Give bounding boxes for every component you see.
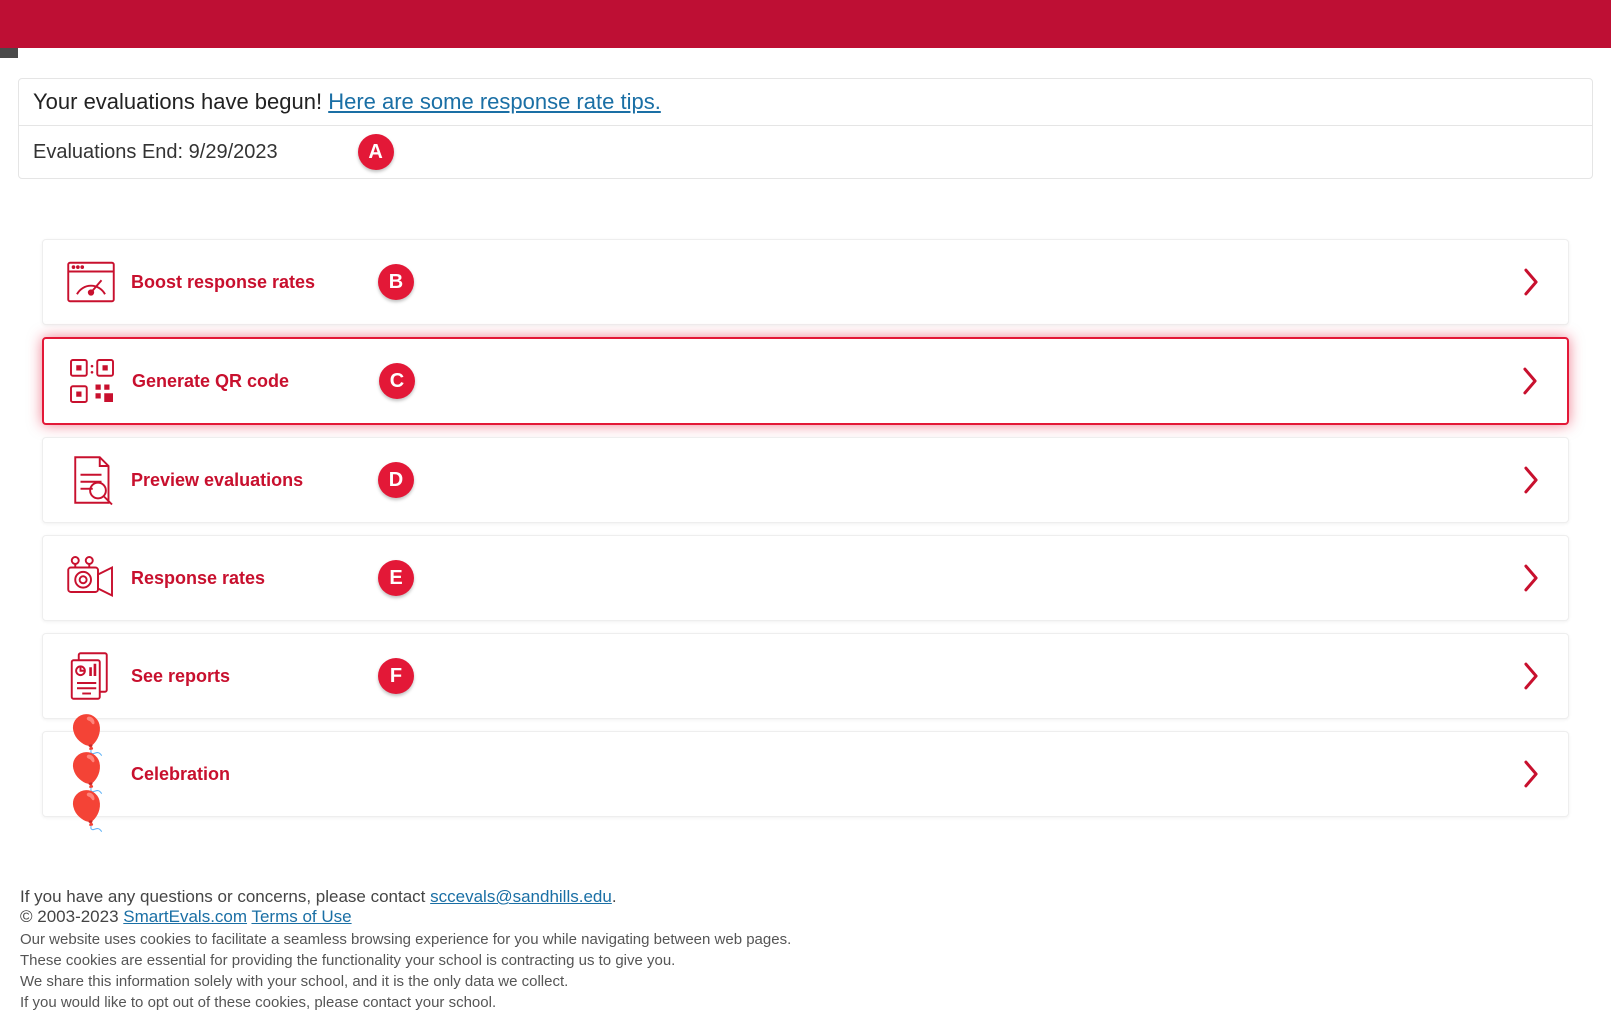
balloons-icon: 🎈🎈🎈 [63,746,119,802]
camera-icon [63,550,119,606]
notice-prefix: Your evaluations have begun! [33,89,328,114]
menu-card-response-rates[interactable]: Response rates E [42,535,1569,621]
footer-site-link[interactable]: SmartEvals.com [123,907,247,926]
evaluations-end-text: Evaluations End: 9/29/2023 [33,141,278,164]
footer: If you have any questions or concerns, p… [20,887,1591,1011]
response-rate-tips-link[interactable]: Here are some response rate tips. [328,89,661,114]
qr-icon [64,353,120,409]
footer-terms-link[interactable]: Terms of Use [251,907,351,926]
menu-card-label: Boost response rates [131,272,315,293]
footer-copyright-line: © 2003-2023 SmartEvals.com Terms of Use [20,907,1591,927]
chevron-right-icon [1520,757,1542,791]
preview-icon [63,452,119,508]
badge-d: D [378,462,414,498]
chevron-right-icon [1520,265,1542,299]
footer-contact-email-link[interactable]: sccevals@sandhills.edu [430,887,612,906]
chevron-right-icon [1519,364,1541,398]
footer-cookie-line-2: These cookies are essential for providin… [20,952,1591,969]
chevron-right-icon [1520,561,1542,595]
footer-cookie-line-4: If you would like to opt out of these co… [20,994,1591,1011]
badge-c: C [379,363,415,399]
menu-card-generate-qr-code[interactable]: Generate QR code C [42,337,1569,425]
notice-message: Your evaluations have begun! Here are so… [19,79,1592,126]
footer-cookie-line-1: Our website uses cookies to facilitate a… [20,931,1591,948]
footer-contact-line: If you have any questions or concerns, p… [20,887,1591,907]
badge-e: E [378,560,414,596]
footer-contact-suffix: . [612,887,617,906]
menu-card-label: Response rates [131,568,265,589]
notice-end-row: Evaluations End: 9/29/2023 A [19,126,1592,178]
footer-copyright-prefix: © 2003-2023 [20,907,123,926]
footer-contact-prefix: If you have any questions or concerns, p… [20,887,430,906]
gauge-icon [63,254,119,310]
menu-card-label: See reports [131,666,230,687]
badge-b: B [378,264,414,300]
reports-icon [63,648,119,704]
chevron-right-icon [1520,659,1542,693]
badge-f: F [378,658,414,694]
menu-card-boost-response-rates[interactable]: Boost response rates B [42,239,1569,325]
menu-card-label: Preview evaluations [131,470,303,491]
menu-card-label: Celebration [131,764,230,785]
menu-card-celebration[interactable]: 🎈🎈🎈 Celebration [42,731,1569,817]
badge-a: A [358,134,394,170]
chevron-right-icon [1520,463,1542,497]
top-banner [0,0,1611,48]
menu-card-preview-evaluations[interactable]: Preview evaluations D [42,437,1569,523]
sidebar-stub [0,48,18,58]
menu-list: Boost response rates B Generate QR code C Pr… [42,239,1569,817]
menu-card-see-reports[interactable]: See reports F [42,633,1569,719]
menu-card-label: Generate QR code [132,371,289,392]
notice-panel: Your evaluations have begun! Here are so… [18,78,1593,179]
footer-cookie-line-3: We share this information solely with yo… [20,973,1591,990]
